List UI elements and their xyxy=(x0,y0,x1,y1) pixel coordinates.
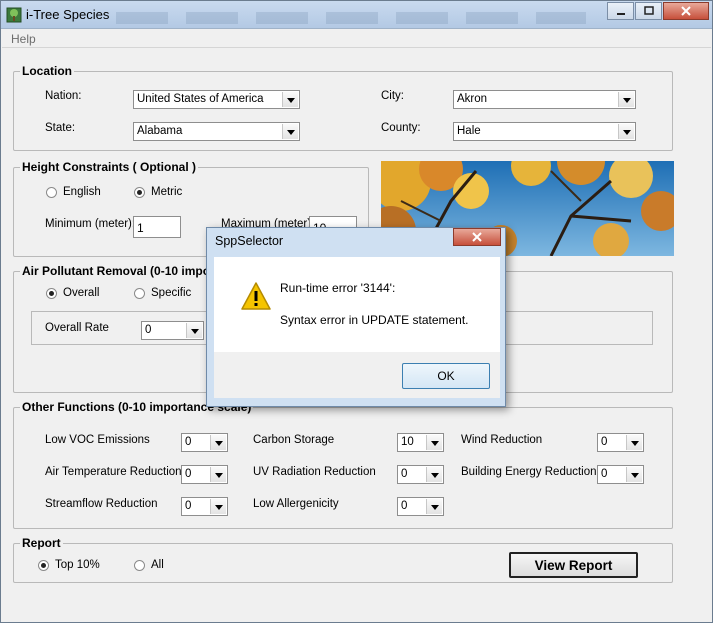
all-radio[interactable] xyxy=(134,560,145,571)
chevron-down-icon[interactable] xyxy=(282,92,298,107)
low-voc-value: 0 xyxy=(185,436,192,448)
state-label: State: xyxy=(45,122,76,134)
building-energy-value: 0 xyxy=(601,468,608,480)
background-toolbar-ghost xyxy=(116,12,586,24)
chevron-down-icon[interactable] xyxy=(210,467,226,482)
top-10-radio[interactable] xyxy=(38,560,49,571)
dialog-footer: OK xyxy=(214,352,500,398)
warning-icon xyxy=(241,282,271,310)
air-temp-combo[interactable]: 0 xyxy=(181,465,228,484)
uv-radiation-label: UV Radiation Reduction xyxy=(253,466,376,478)
menu-help[interactable]: Help xyxy=(11,32,36,46)
low-allergenicity-value: 0 xyxy=(401,500,408,512)
city-value: Akron xyxy=(457,93,488,105)
minimize-button[interactable] xyxy=(607,2,634,20)
nation-label: Nation: xyxy=(45,90,82,102)
nation-value: United States of America xyxy=(137,93,264,105)
chevron-down-icon[interactable] xyxy=(426,467,442,482)
wind-reduction-combo[interactable]: 0 xyxy=(597,433,644,452)
location-legend: Location xyxy=(20,64,74,78)
chevron-down-icon[interactable] xyxy=(426,435,442,450)
english-label[interactable]: English xyxy=(63,186,101,198)
minimum-value: 1 xyxy=(137,221,144,235)
chevron-down-icon[interactable] xyxy=(626,435,642,450)
main-window: i-Tree Species Help Location Nation: Uni… xyxy=(0,0,713,623)
error-line-1: Run-time error '3144': xyxy=(280,281,396,295)
wind-reduction-label: Wind Reduction xyxy=(461,434,543,446)
ok-label: OK xyxy=(437,369,455,383)
dialog-close-button[interactable] xyxy=(453,228,501,246)
carbon-storage-label: Carbon Storage xyxy=(253,434,335,446)
view-report-label: View Report xyxy=(534,557,613,573)
dialog-title: SppSelector xyxy=(215,234,284,248)
maximize-icon xyxy=(643,6,654,15)
height-legend: Height Constraints ( Optional ) xyxy=(20,160,198,174)
tree-icon xyxy=(6,7,22,23)
specific-label[interactable]: Specific xyxy=(151,287,191,299)
dialog-body: Run-time error '3144': Syntax error in U… xyxy=(214,257,500,352)
maximize-button[interactable] xyxy=(635,2,662,20)
ok-button[interactable]: OK xyxy=(402,363,490,389)
overall-rate-label: Overall Rate xyxy=(45,322,109,334)
window-title: i-Tree Species xyxy=(26,7,110,22)
minimize-icon xyxy=(616,13,625,15)
uv-radiation-value: 0 xyxy=(401,468,408,480)
close-button[interactable] xyxy=(663,2,709,20)
low-voc-label: Low VOC Emissions xyxy=(45,434,150,446)
county-combo[interactable]: Hale xyxy=(453,122,636,141)
low-voc-combo[interactable]: 0 xyxy=(181,433,228,452)
building-energy-label: Building Energy Reduction xyxy=(461,466,597,478)
all-label[interactable]: All xyxy=(151,559,164,571)
wind-reduction-value: 0 xyxy=(601,436,608,448)
overall-radio[interactable] xyxy=(46,288,57,299)
streamflow-label: Streamflow Reduction xyxy=(45,498,158,510)
chevron-down-icon[interactable] xyxy=(618,124,634,139)
low-allergenicity-combo[interactable]: 0 xyxy=(397,497,444,516)
view-report-button[interactable]: View Report xyxy=(509,552,638,578)
city-label: City: xyxy=(381,90,404,102)
chevron-down-icon[interactable] xyxy=(186,323,202,338)
close-icon xyxy=(681,6,691,16)
overall-label[interactable]: Overall xyxy=(63,287,99,299)
metric-radio[interactable] xyxy=(134,187,145,198)
menu-bar: Help xyxy=(2,30,711,48)
chevron-down-icon[interactable] xyxy=(282,124,298,139)
overall-rate-combo[interactable]: 0 xyxy=(141,321,204,340)
error-line-2: Syntax error in UPDATE statement. xyxy=(280,313,469,327)
streamflow-combo[interactable]: 0 xyxy=(181,497,228,516)
nation-combo[interactable]: United States of America xyxy=(133,90,300,109)
close-icon xyxy=(472,232,482,242)
overall-rate-value: 0 xyxy=(145,324,152,336)
metric-label[interactable]: Metric xyxy=(151,186,182,198)
county-label: County: xyxy=(381,122,421,134)
streamflow-value: 0 xyxy=(185,500,192,512)
specific-radio[interactable] xyxy=(134,288,145,299)
report-legend: Report xyxy=(20,536,63,550)
chevron-down-icon[interactable] xyxy=(626,467,642,482)
title-bar: i-Tree Species xyxy=(1,1,712,29)
state-value: Alabama xyxy=(137,125,183,137)
english-radio[interactable] xyxy=(46,187,57,198)
uv-radiation-combo[interactable]: 0 xyxy=(397,465,444,484)
air-temp-value: 0 xyxy=(185,468,192,480)
low-allergenicity-label: Low Allergenicity xyxy=(253,498,339,510)
air-temp-label: Air Temperature Reduction xyxy=(45,466,182,478)
minimum-input[interactable]: 1 xyxy=(133,216,181,238)
top-10-label[interactable]: Top 10% xyxy=(55,559,100,571)
state-combo[interactable]: Alabama xyxy=(133,122,300,141)
error-dialog: SppSelector Run-time error '3144': Synta… xyxy=(206,227,506,407)
city-combo[interactable]: Akron xyxy=(453,90,636,109)
carbon-storage-combo[interactable]: 10 xyxy=(397,433,444,452)
carbon-storage-value: 10 xyxy=(401,436,414,448)
chevron-down-icon[interactable] xyxy=(618,92,634,107)
building-energy-combo[interactable]: 0 xyxy=(597,465,644,484)
minimum-label: Minimum (meter): xyxy=(45,218,136,230)
county-value: Hale xyxy=(457,125,481,137)
chevron-down-icon[interactable] xyxy=(426,499,442,514)
chevron-down-icon[interactable] xyxy=(210,499,226,514)
air-pollutant-legend: Air Pollutant Removal (0-10 impo xyxy=(20,264,213,278)
chevron-down-icon[interactable] xyxy=(210,435,226,450)
